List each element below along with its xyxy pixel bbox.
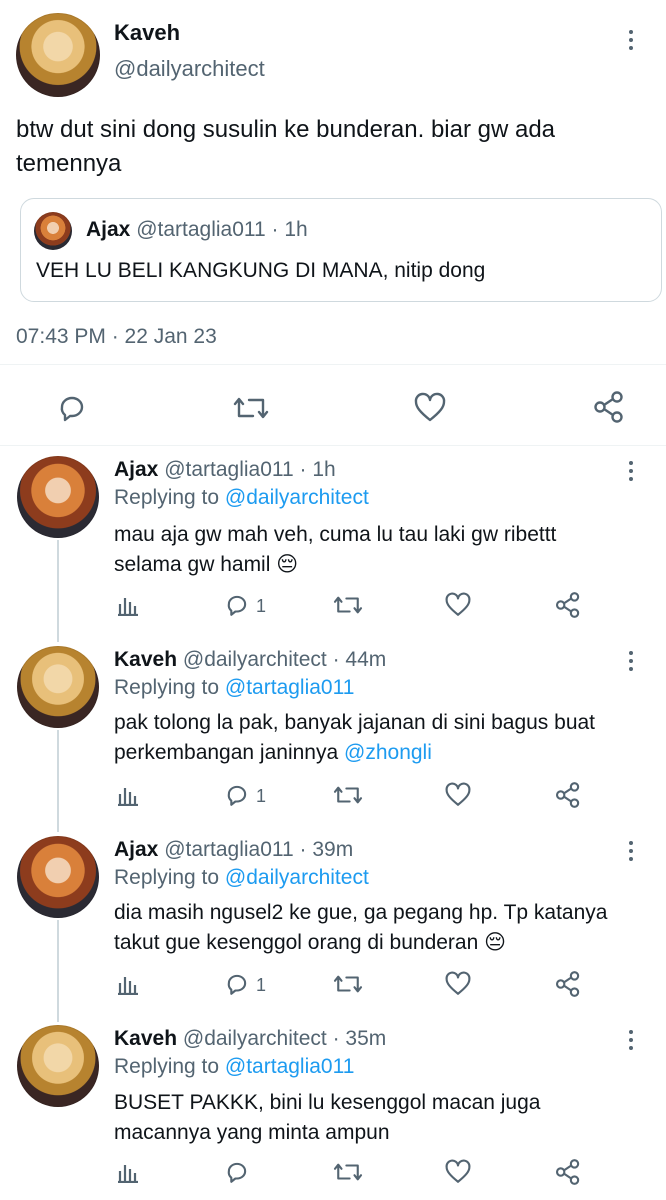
replying-to: Replying to @tartaglia011 xyxy=(114,676,354,700)
replying-to-label: Replying to xyxy=(114,1055,220,1078)
avatar[interactable] xyxy=(17,456,99,538)
retweet-icon[interactable] xyxy=(233,392,269,424)
timestamp[interactable]: 07:43 PM · 22 Jan 23 xyxy=(16,325,217,349)
thread-line xyxy=(57,920,59,1022)
more-options-icon[interactable] xyxy=(628,30,634,54)
reply-text-line: macannya yang minta ampun xyxy=(114,1121,390,1144)
share-icon[interactable] xyxy=(555,1158,581,1186)
reply-text-fragment: takut gue kesenggol orang di bunderan xyxy=(114,931,479,954)
retweet-icon[interactable] xyxy=(333,971,363,997)
author-handle[interactable]: @dailyarchitect xyxy=(114,56,265,82)
like-icon[interactable] xyxy=(444,592,472,618)
reply-text: pak tolong la pak, banyak jajanan di sin… xyxy=(114,708,654,768)
more-options-icon[interactable] xyxy=(628,651,634,675)
divider xyxy=(0,445,666,446)
reply-count: 1 xyxy=(256,596,267,616)
reply-handle-time[interactable]: @tartaglia011 · 1h xyxy=(164,458,336,481)
reply-text-line: mau aja gw mah veh, cuma lu tau laki gw … xyxy=(114,523,557,546)
analytics-icon[interactable] xyxy=(117,594,139,616)
like-icon[interactable] xyxy=(444,1159,472,1185)
replying-to-label: Replying to xyxy=(114,486,220,509)
reply-text-line: selama gw hamil 😔 xyxy=(114,550,654,580)
analytics-icon[interactable] xyxy=(117,973,139,995)
retweet-icon[interactable] xyxy=(333,1159,363,1185)
tweet-text: btw dut sini dong susulin ke bunderan. b… xyxy=(16,116,556,177)
mention-link[interactable]: @zhongli xyxy=(344,741,432,764)
replying-to-link[interactable]: @tartaglia011 xyxy=(225,1055,355,1078)
retweet-icon[interactable] xyxy=(333,592,363,618)
pensive-emoji-icon: 😔 xyxy=(484,931,507,954)
quoted-header: Ajax @tartaglia011 · 1h xyxy=(86,218,308,242)
like-icon[interactable] xyxy=(413,392,447,424)
reply-icon[interactable] xyxy=(224,782,250,808)
avatar[interactable] xyxy=(17,646,99,728)
replying-to: Replying to @dailyarchitect xyxy=(114,866,369,890)
reply-text: dia masih ngusel2 ke gue, ga pegang hp. … xyxy=(114,898,654,958)
replying-to-label: Replying to xyxy=(114,866,220,889)
reply-header: Kaveh @dailyarchitect · 35m xyxy=(114,1027,386,1051)
reply-icon[interactable] xyxy=(224,1159,250,1185)
reply-text-fragment: selama gw hamil xyxy=(114,553,271,576)
reply-author-name[interactable]: Kaveh xyxy=(114,1027,177,1050)
avatar[interactable] xyxy=(16,13,100,97)
reply-handle-time[interactable]: @dailyarchitect · 35m xyxy=(183,1027,386,1050)
retweet-icon[interactable] xyxy=(333,782,363,808)
reply-text-line: BUSET PAKKK, bini lu kesenggol macan jug… xyxy=(114,1091,541,1114)
reply-author-name[interactable]: Ajax xyxy=(114,838,158,861)
more-options-icon[interactable] xyxy=(628,841,634,865)
share-icon[interactable] xyxy=(555,970,581,998)
quoted-avatar xyxy=(34,212,72,250)
author-name[interactable]: Kaveh xyxy=(114,20,180,46)
replying-to: Replying to @tartaglia011 xyxy=(114,1055,354,1079)
reply-text-line: takut gue kesenggol orang di bunderan 😔 xyxy=(114,928,654,958)
replying-to-label: Replying to xyxy=(114,676,220,699)
reply-icon[interactable] xyxy=(224,592,250,618)
quoted-tweet[interactable] xyxy=(20,198,662,302)
quoted-handle-time: @tartaglia011 · 1h xyxy=(136,218,308,241)
replying-to-link[interactable]: @dailyarchitect xyxy=(225,866,369,889)
reply-text-fragment: perkembangan janinnya xyxy=(114,741,339,764)
more-options-icon[interactable] xyxy=(628,461,634,485)
share-icon[interactable] xyxy=(555,591,581,619)
thread-line xyxy=(57,540,59,642)
reply-text-line: dia masih ngusel2 ke gue, ga pegang hp. … xyxy=(114,901,608,924)
share-icon[interactable] xyxy=(593,390,625,424)
reply-author-name[interactable]: Ajax xyxy=(114,458,158,481)
analytics-icon[interactable] xyxy=(117,1161,139,1183)
reply-icon[interactable] xyxy=(224,971,250,997)
quoted-name: Ajax xyxy=(86,218,131,241)
like-icon[interactable] xyxy=(444,971,472,997)
reply-handle-time[interactable]: @tartaglia011 · 39m xyxy=(164,838,353,861)
pensive-emoji-icon: 😔 xyxy=(276,553,299,576)
reply-text-line: perkembangan janinnya @zhongli xyxy=(114,738,654,768)
avatar[interactable] xyxy=(17,1025,99,1107)
more-options-icon[interactable] xyxy=(628,1030,634,1054)
like-icon[interactable] xyxy=(444,782,472,808)
avatar[interactable] xyxy=(17,836,99,918)
reply-text: mau aja gw mah veh, cuma lu tau laki gw … xyxy=(114,520,654,580)
reply-text-line: pak tolong la pak, banyak jajanan di sin… xyxy=(114,711,596,734)
share-icon[interactable] xyxy=(555,781,581,809)
reply-icon[interactable] xyxy=(56,392,88,424)
reply-header: Kaveh @dailyarchitect · 44m xyxy=(114,648,386,672)
reply-count: 1 xyxy=(256,786,267,806)
reply-author-name[interactable]: Kaveh xyxy=(114,648,177,671)
reply-header: Ajax @tartaglia011 · 39m xyxy=(114,838,353,862)
divider xyxy=(0,364,666,365)
reply-handle-time[interactable]: @dailyarchitect · 44m xyxy=(183,648,386,671)
analytics-icon[interactable] xyxy=(117,784,139,806)
thread-line xyxy=(57,730,59,832)
reply-text: BUSET PAKKK, bini lu kesenggol macan jug… xyxy=(114,1088,654,1148)
replying-to-link[interactable]: @dailyarchitect xyxy=(225,486,369,509)
replying-to-link[interactable]: @tartaglia011 xyxy=(225,676,355,699)
reply-count: 1 xyxy=(256,975,267,995)
replying-to: Replying to @dailyarchitect xyxy=(114,486,369,510)
quoted-text: VEH LU BELI KANGKUNG DI MANA, nitip dong xyxy=(36,259,486,282)
reply-header: Ajax @tartaglia011 · 1h xyxy=(114,458,336,482)
